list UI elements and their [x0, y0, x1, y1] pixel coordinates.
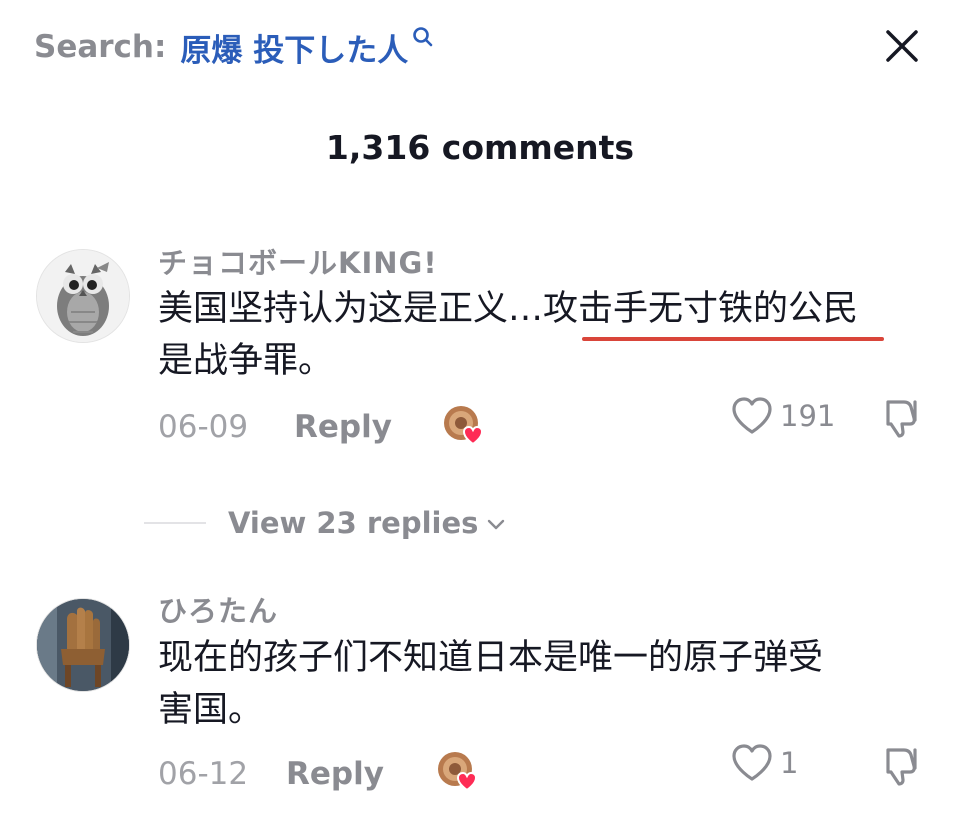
avatar[interactable] — [36, 598, 130, 692]
search-icon[interactable] — [412, 26, 434, 48]
close-icon[interactable] — [882, 26, 922, 66]
like-button[interactable]: 191 — [730, 396, 835, 436]
comment-text: 现在的孩子们不知道日本是唯一的原子弹受 害国。 — [158, 632, 938, 736]
heart-icon — [732, 744, 772, 781]
reply-button[interactable]: Reply — [286, 756, 384, 792]
reply-button[interactable]: Reply — [294, 409, 392, 445]
creator-liked-icon — [438, 752, 478, 792]
comment-meta: 06-09 Reply — [158, 407, 392, 447]
search-prefix: Search: — [34, 29, 167, 65]
like-button[interactable]: 1 — [730, 743, 798, 783]
comment-text-part: 现在的孩子们不知道日本是唯一的原子弹受 — [158, 638, 824, 678]
view-replies-label: View 23 replies — [228, 506, 479, 540]
like-count: 1 — [780, 746, 799, 780]
comment-text-part: 美国坚持认为这是正义… — [158, 289, 544, 329]
creator-liked-icon — [444, 406, 484, 446]
dislike-icon[interactable] — [880, 744, 924, 788]
comment-date: 06-09 — [158, 409, 249, 445]
like-count: 191 — [780, 399, 836, 433]
avatar[interactable] — [36, 249, 130, 343]
replies-divider — [144, 522, 206, 524]
comment-text-highlight: 攻击手无寸铁的公民 — [543, 289, 859, 329]
search-term[interactable]: 原爆 投下した人 — [180, 25, 408, 70]
chair-avatar-image — [37, 599, 129, 691]
heart-icon — [732, 397, 772, 434]
owl-avatar-image — [37, 250, 129, 342]
comment-username[interactable]: ひろたん — [158, 588, 278, 630]
comment-username[interactable]: チョコボールKING! — [158, 240, 438, 282]
search-bar[interactable]: Search: 原爆 投下した人 — [34, 22, 434, 72]
comment-text-part: 是战争罪。 — [158, 341, 334, 381]
comment-text: 美国坚持认为这是正义…攻击手无寸铁的公民 是战争罪。 — [158, 283, 938, 387]
dislike-icon[interactable] — [880, 396, 924, 440]
chevron-down-icon — [488, 519, 505, 530]
comment-count-title: 1,316 comments — [325, 128, 635, 167]
comment-text-part: 害国。 — [158, 690, 264, 730]
comment-date: 06-12 — [158, 756, 249, 792]
view-replies-button[interactable]: View 23 replies — [144, 503, 508, 543]
comment-meta: 06-12 Reply — [158, 754, 384, 794]
red-underline-annotation — [582, 337, 884, 341]
